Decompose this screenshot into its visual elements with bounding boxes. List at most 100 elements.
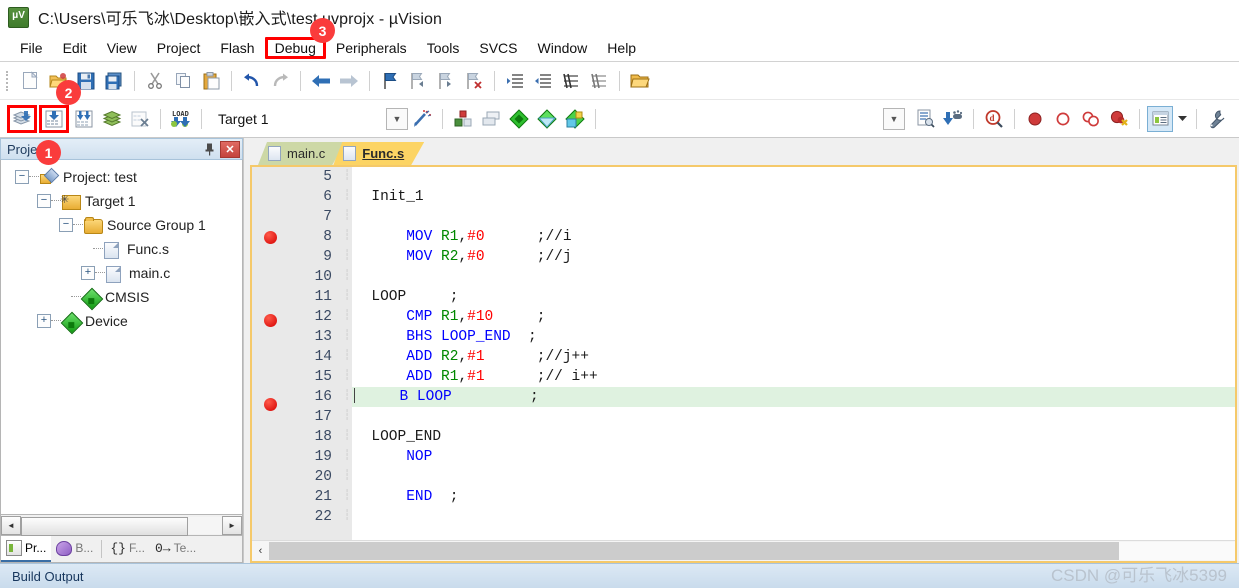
expander-minus-icon[interactable]: − (59, 218, 73, 232)
toolbar-grip[interactable] (6, 70, 11, 91)
find-in-files-icon[interactable]: d (981, 106, 1007, 132)
comment-icon[interactable] (558, 68, 584, 94)
new-file-icon[interactable] (17, 68, 43, 94)
breakpoint-slot[interactable] (252, 207, 286, 227)
paste-icon[interactable] (198, 68, 224, 94)
rebuild-all-icon[interactable] (71, 106, 97, 132)
breakpoint-slot[interactable] (252, 518, 286, 538)
breakpoint-column[interactable] (252, 167, 286, 538)
manage-multi-project-icon[interactable] (478, 106, 504, 132)
tree-item-source-group[interactable]: − Source Group 1 (1, 213, 242, 237)
breakpoint-slot[interactable] (252, 374, 286, 394)
chevron-down-icon[interactable]: ▼ (386, 107, 408, 130)
menu-view[interactable]: View (97, 37, 147, 59)
pin-icon[interactable] (201, 141, 217, 157)
chevron-down-icon[interactable]: ▼ (883, 107, 905, 130)
project-window-icon[interactable] (1147, 105, 1173, 132)
tree-item-main-c[interactable]: + main.c (1, 261, 242, 285)
breakpoint-slot[interactable] (252, 334, 286, 354)
build-target-icon[interactable] (39, 104, 69, 133)
batch-build-icon[interactable] (99, 106, 125, 132)
tree-item-cmsis[interactable]: CMSIS (1, 285, 242, 311)
tree-item-target[interactable]: − Target 1 (1, 189, 242, 213)
breakpoint-marker[interactable] (252, 314, 286, 334)
breakpoint-slot[interactable] (252, 458, 286, 478)
tab-templates[interactable]: 0→ Te... (150, 536, 201, 562)
scroll-left-icon[interactable]: ◄ (1, 515, 21, 535)
code-line[interactable] (352, 507, 1235, 527)
menu-help[interactable]: Help (597, 37, 646, 59)
bookmark-next-icon[interactable] (433, 68, 459, 94)
menu-tools[interactable]: Tools (417, 37, 470, 59)
cmsis-pack-icon[interactable] (506, 106, 532, 132)
stop-build-icon[interactable] (127, 106, 153, 132)
breakpoint-kill-all-icon[interactable] (1106, 106, 1132, 132)
scroll-thumb[interactable] (269, 542, 1120, 560)
breakpoint-insert-icon[interactable] (1022, 106, 1048, 132)
breakpoint-slot[interactable] (252, 354, 286, 374)
close-icon[interactable]: ✕ (220, 140, 240, 158)
tree-item-func-s[interactable]: Func.s (1, 237, 242, 261)
expander-plus-icon[interactable]: + (37, 314, 51, 328)
expander-minus-icon[interactable]: − (37, 194, 51, 208)
expander-minus-icon[interactable]: − (15, 170, 29, 184)
code-line[interactable] (352, 467, 1235, 487)
menu-project[interactable]: Project (147, 37, 211, 59)
pack-installer-icon[interactable] (534, 106, 560, 132)
project-tree-hscrollbar[interactable]: ◄ ► (0, 515, 243, 536)
breakpoint-disable-all-icon[interactable] (1078, 106, 1104, 132)
uncomment-icon[interactable] (586, 68, 612, 94)
code-text[interactable]: Init_1 MOV R1,#0 ;//i MOV R2,#0 ;//j LOO… (352, 167, 1235, 540)
scroll-track[interactable] (269, 542, 1235, 560)
cut-icon[interactable] (142, 68, 168, 94)
undo-icon[interactable] (239, 68, 265, 94)
fold-column[interactable]: ┇ ┇ ┇ ┇ ┇ ┇ ┇ ┇ ┇ ┇ ┇ ┇ ┇ ┇ ┇ ┇ ┇ ┇ (342, 167, 352, 527)
editor-tab-main-c[interactable]: main.c (258, 142, 345, 165)
tree-item-project[interactable]: − Project: test (1, 165, 242, 189)
breakpoint-slot[interactable] (252, 187, 286, 207)
tree-item-device[interactable]: + Device (1, 309, 242, 335)
breakpoint-slot[interactable] (252, 291, 286, 311)
menu-file[interactable]: File (10, 37, 53, 59)
code-line[interactable]: ADD R1,#1 ;// i++ (352, 367, 1235, 387)
code-line[interactable] (352, 207, 1235, 227)
navigate-back-icon[interactable] (308, 68, 334, 94)
indent-icon[interactable] (502, 68, 528, 94)
bookmark-toggle-icon[interactable] (377, 68, 403, 94)
code-line[interactable] (352, 267, 1235, 287)
code-line[interactable]: CMP R1,#10 ; (352, 307, 1235, 327)
translate-file-icon[interactable] (7, 104, 37, 133)
code-line[interactable]: MOV R2,#0 ;//j (352, 247, 1235, 267)
configuration-wizard-icon[interactable] (1204, 106, 1230, 132)
breakpoint-slot[interactable] (252, 251, 286, 271)
manage-project-items-icon[interactable] (450, 106, 476, 132)
scroll-track[interactable] (21, 516, 222, 536)
menu-peripherals[interactable]: Peripherals (326, 37, 417, 59)
menu-window[interactable]: Window (528, 37, 598, 59)
menu-svcs[interactable]: SVCS (469, 37, 527, 59)
code-line[interactable]: NOP (352, 447, 1235, 467)
code-line[interactable] (352, 167, 1235, 187)
load-download-icon[interactable]: LOAD (168, 106, 194, 132)
code-line[interactable]: END ; (352, 487, 1235, 507)
navigate-forward-icon[interactable] (336, 68, 362, 94)
breakpoint-marker[interactable] (252, 397, 286, 418)
scroll-left-icon[interactable]: ‹ (252, 542, 269, 560)
code-line[interactable]: Init_1 (352, 187, 1235, 207)
breakpoint-disable-icon[interactable] (1050, 106, 1076, 132)
code-line[interactable]: ADD R2,#1 ;//j++ (352, 347, 1235, 367)
breakpoint-slot[interactable] (252, 167, 286, 187)
tab-books[interactable]: B... (51, 536, 98, 562)
code-line[interactable]: LOOP_END (352, 427, 1235, 447)
editor-gutter[interactable]: 5 6 7 8 9 10 11 12 13 14 15 16 17 18 19 20 21 22 ┇ ┇ ┇ ┇ ┇ ┇ ┇ ┇… (252, 167, 352, 540)
redo-icon[interactable] (267, 68, 293, 94)
scroll-right-icon[interactable]: ► (222, 515, 242, 535)
breakpoint-marker[interactable] (252, 230, 286, 251)
bookmark-clear-icon[interactable] (461, 68, 487, 94)
breakpoint-slot[interactable] (252, 271, 286, 291)
code-line[interactable]: BHS LOOP_END ; (352, 327, 1235, 347)
breakpoint-slot[interactable] (252, 438, 286, 458)
chevron-down-small-icon[interactable] (1175, 106, 1189, 132)
tab-functions[interactable]: {} F... (105, 536, 150, 562)
outdent-icon[interactable] (530, 68, 556, 94)
